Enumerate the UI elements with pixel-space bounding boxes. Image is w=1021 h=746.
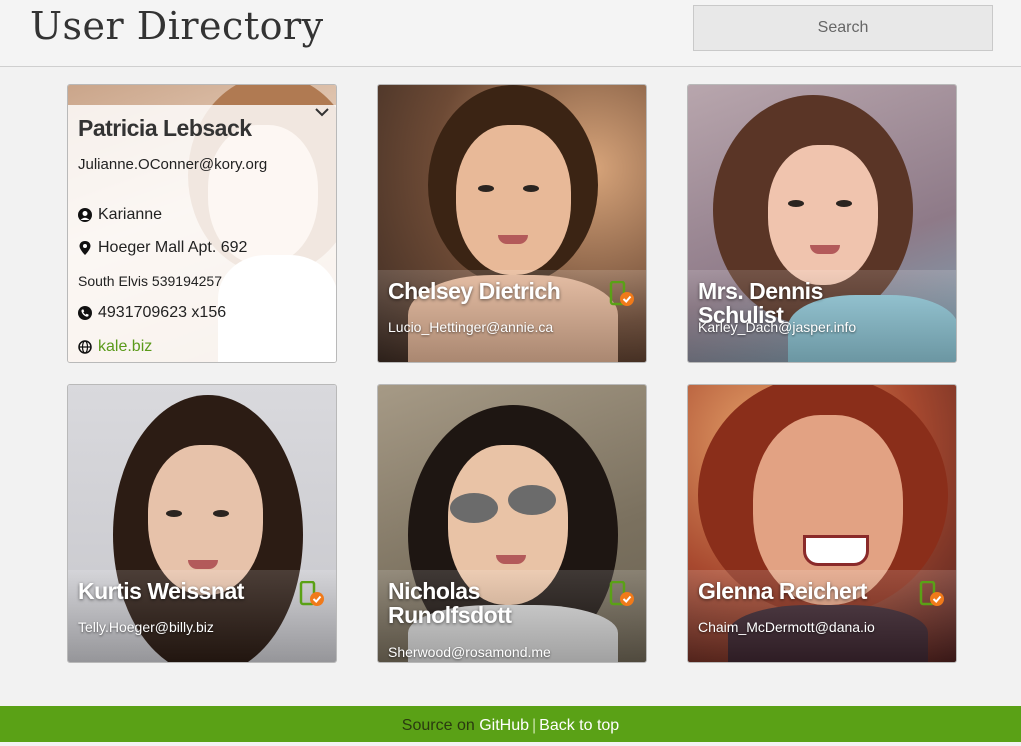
mobile-verified-icon [609,581,634,606]
user-email: Julianne.OConner@kory.org [78,156,268,173]
user-email: Sherwood@rosamond.me [388,644,551,660]
map-pin-icon [79,241,91,255]
phone-icon [78,306,92,320]
user-card-expanded[interactable]: Patricia Lebsack Julianne.OConner@kory.o… [67,84,337,363]
mobile-verified-icon [299,581,324,606]
back-to-top-link[interactable]: Back to top [539,717,619,734]
footer-source-text: Source on [401,717,480,734]
user-icon [78,208,92,222]
search-input[interactable] [693,5,993,51]
mobile-verified-icon [919,581,944,606]
chevron-down-icon[interactable] [314,105,330,119]
user-name: Glenna Reichert [698,578,867,604]
user-name: Patricia Lebsack [78,115,252,141]
user-name: Nicholas Runolfsdott [388,578,512,628]
city-zip: South Elvis 539194257 [78,273,222,289]
mobile-verified-icon [609,281,634,306]
page-title: User Directory [30,4,324,48]
github-link[interactable]: GitHub [479,717,529,734]
website-row: kale.biz [78,338,152,356]
user-card[interactable]: Chelsey Dietrich Lucio_Hettinger@annie.c… [377,84,647,363]
user-email: Telly.Hoeger@billy.biz [78,619,214,635]
user-card[interactable]: Nicholas Runolfsdott Sherwood@rosamond.m… [377,384,647,663]
site-footer: Source on GitHub | Back to top [0,706,1021,742]
footer-separator: | [531,717,537,734]
app-header: User Directory [0,0,1021,67]
user-email: Karley_Dach@jasper.info [698,319,857,335]
user-card[interactable]: Glenna Reichert Chaim_McDermott@dana.io [687,384,957,663]
user-card[interactable]: Kurtis Weissnat Telly.Hoeger@billy.biz [67,384,337,663]
user-email: Lucio_Hettinger@annie.ca [388,319,554,335]
website-link[interactable]: kale.biz [98,338,152,356]
user-name: Kurtis Weissnat [78,578,244,604]
address-row: Hoeger Mall Apt. 692 [78,239,247,257]
globe-icon [78,340,92,354]
phone-row: 4931709623 x156 [78,304,226,322]
user-email: Chaim_McDermott@dana.io [698,619,875,635]
user-card[interactable]: Mrs. Dennis Schulist Karley_Dach@jasper.… [687,84,957,363]
street-address: Hoeger Mall Apt. 692 [98,239,248,256]
username: Karianne [98,206,163,223]
username-row: Karianne [78,206,162,224]
user-details-panel [68,105,336,362]
user-name: Chelsey Dietrich [388,278,561,304]
phone-number: 4931709623 x156 [98,304,227,321]
